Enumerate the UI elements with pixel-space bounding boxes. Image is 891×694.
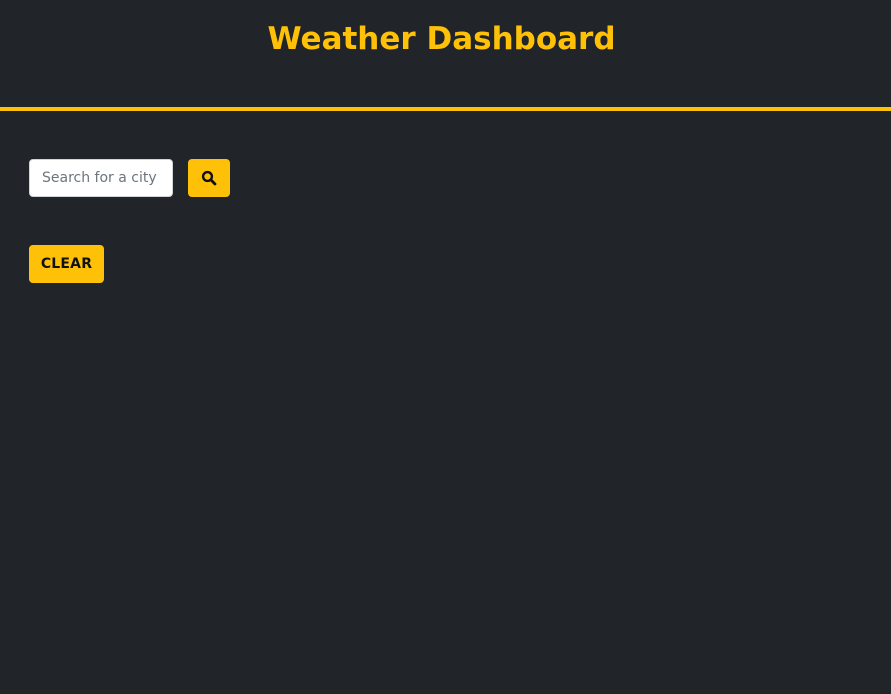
search-input[interactable] [29,159,173,197]
search-button[interactable] [188,159,230,197]
clear-button[interactable]: CLEAR [29,245,104,283]
page-header: Weather Dashboard [0,0,891,111]
page-title: Weather Dashboard [267,21,616,57]
search-icon [201,170,217,186]
